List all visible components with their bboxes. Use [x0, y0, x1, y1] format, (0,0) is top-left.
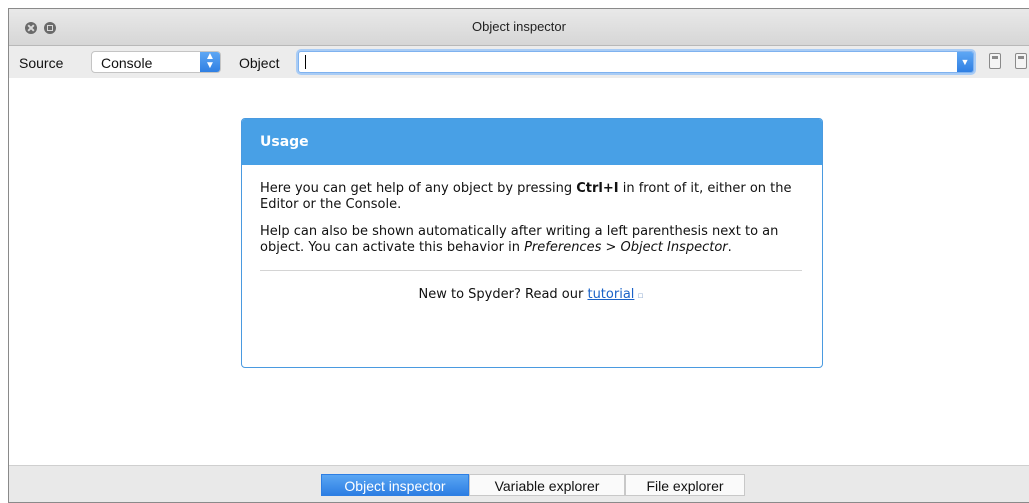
tab-file-explorer[interactable]: File explorer: [625, 474, 745, 496]
inspector-content: Usage Here you can get help of any objec…: [9, 78, 1029, 466]
usage-body: Here you can get help of any object by p…: [242, 165, 822, 304]
usage-paragraph-shortcut: Here you can get help of any object by p…: [260, 181, 802, 213]
tutorial-link[interactable]: tutorial: [587, 287, 634, 302]
bottom-tab-bar: Object inspector Variable explorer File …: [9, 465, 1029, 502]
source-label: Source: [19, 55, 64, 71]
tab-variable-explorer[interactable]: Variable explorer: [469, 474, 625, 496]
object-label: Object: [239, 55, 280, 71]
usage-paragraph-auto-help: Help can also be shown automatically aft…: [260, 224, 802, 256]
usage-footer: New to Spyder? Read our tutorial ▫: [260, 271, 802, 304]
shortcut-text: Ctrl+I: [576, 181, 619, 196]
window-title: Object inspector: [472, 19, 566, 34]
usage-text: Here you can get help of any object by p…: [260, 181, 577, 196]
source-select-value: Console: [101, 55, 153, 71]
source-select[interactable]: Console ▲ ▼: [91, 51, 221, 73]
options-icon[interactable]: [1015, 53, 1027, 69]
preferences-path-text: Preferences > Object Inspector: [524, 240, 728, 255]
inspector-toolbar: Source Console ▲ ▼ Object ▼: [9, 46, 1029, 78]
external-link-icon: ▫: [637, 291, 644, 301]
tab-object-inspector[interactable]: Object inspector: [321, 474, 469, 496]
title-bar: Object inspector: [9, 9, 1029, 46]
footer-text: New to Spyder? Read our: [418, 287, 588, 302]
usage-title: Usage: [242, 119, 822, 165]
usage-panel: Usage Here you can get help of any objec…: [241, 118, 823, 368]
object-inspector-window: Object inspector Source Console ▲ ▼ Objec…: [8, 8, 1029, 503]
object-combobox[interactable]: ▼: [298, 51, 974, 73]
chevron-down-icon[interactable]: ▼: [957, 52, 973, 72]
usage-text: .: [727, 240, 732, 255]
lock-source-icon[interactable]: [989, 53, 1001, 69]
updown-arrows-icon[interactable]: ▲ ▼: [200, 52, 220, 72]
object-input[interactable]: [303, 53, 943, 71]
